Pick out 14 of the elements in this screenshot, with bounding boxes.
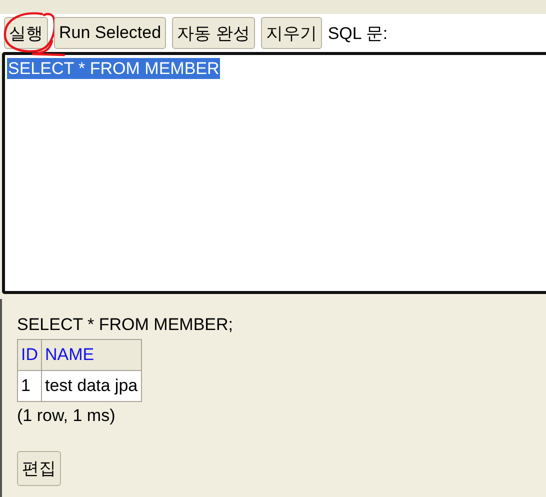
result-query: SELECT * FROM MEMBER; <box>17 315 234 335</box>
query-text: SELECT * FROM MEMBER <box>7 58 220 79</box>
result-summary: (1 row, 1 ms) <box>17 406 116 426</box>
edit-button[interactable]: 편집 <box>17 451 61 486</box>
sql-editor[interactable]: SELECT * FROM MEMBER <box>2 52 546 294</box>
column-header[interactable]: NAME <box>42 340 142 370</box>
table-cell: 1 <box>18 370 42 402</box>
toolbar-button[interactable]: 지우기 <box>260 17 322 49</box>
column-header[interactable]: ID <box>18 340 42 370</box>
toolbar-button[interactable]: 실행 <box>4 17 48 49</box>
toolbar-button[interactable]: Run Selected <box>54 17 166 49</box>
sql-label: SQL 문: <box>328 22 388 44</box>
table-cell: test data jpa <box>42 370 142 402</box>
toolbar-button[interactable]: 자동 완성 <box>172 17 255 49</box>
